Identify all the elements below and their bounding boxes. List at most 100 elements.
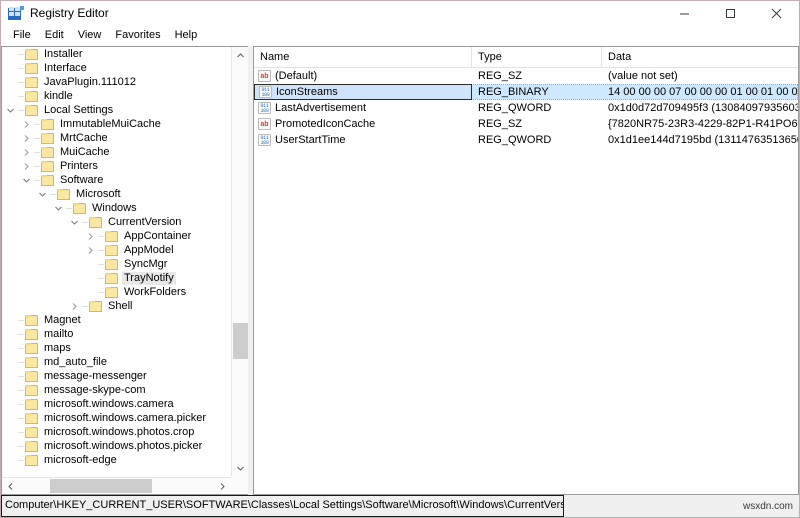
tree-horizontal-scroll-thumb[interactable] bbox=[50, 479, 152, 493]
chevron-right-icon[interactable] bbox=[84, 229, 96, 243]
scroll-up-icon[interactable] bbox=[232, 47, 248, 64]
close-icon[interactable] bbox=[753, 1, 799, 26]
chevron-right-icon[interactable] bbox=[20, 145, 32, 159]
tree-connector: ··· bbox=[33, 161, 41, 171]
chevron-down-icon[interactable] bbox=[36, 187, 48, 201]
column-header-data[interactable]: Data bbox=[602, 47, 798, 67]
tree-node-immutablemuicache[interactable]: ··· ImmutableMuiCache bbox=[2, 117, 231, 131]
chevron-right-icon[interactable] bbox=[20, 131, 32, 145]
menu-item-view[interactable]: View bbox=[71, 26, 109, 45]
menu-item-favorites[interactable]: Favorites bbox=[108, 26, 167, 45]
tree-node-appcontainer[interactable]: ··· AppContainer bbox=[2, 229, 231, 243]
folder-icon bbox=[25, 90, 38, 102]
table-row[interactable]: 011 100 UserStartTime REG_QWORD 0x1d1ee144d7… bbox=[254, 132, 798, 148]
menu-item-edit[interactable]: Edit bbox=[38, 26, 71, 45]
chevron-down-icon[interactable] bbox=[4, 103, 16, 117]
tree-node-mailto[interactable]: ··· mailto bbox=[2, 327, 231, 341]
tree-node-md-auto-file[interactable]: ··· md_auto_file bbox=[2, 355, 231, 369]
tree-connector: ··· bbox=[17, 385, 25, 395]
chevron-right-icon[interactable] bbox=[84, 243, 96, 257]
chevron-down-icon[interactable] bbox=[52, 201, 64, 215]
table-row[interactable]: ab (Default) REG_SZ (value not set) bbox=[254, 68, 798, 84]
value-name-label: LastAdvertisement bbox=[275, 102, 367, 114]
value-name-cell[interactable]: ab (Default) bbox=[254, 70, 472, 82]
menu-item-file[interactable]: File bbox=[6, 26, 38, 45]
tree-node-appmodel[interactable]: ··· AppModel bbox=[2, 243, 231, 257]
tree-horizontal-scrollbar[interactable] bbox=[2, 477, 231, 494]
menu-bar: File Edit View Favorites Help bbox=[1, 26, 799, 46]
value-name-cell[interactable]: ab PromotedIconCache bbox=[254, 118, 472, 130]
tree-node-currentversion[interactable]: ··· CurrentVersion bbox=[2, 215, 231, 229]
tree-connector: ··· bbox=[81, 301, 89, 311]
column-header-type[interactable]: Type bbox=[472, 47, 602, 67]
value-name-cell[interactable]: 011 100 LastAdvertisement bbox=[254, 102, 472, 114]
scroll-right-icon[interactable] bbox=[214, 478, 231, 494]
window-controls bbox=[661, 1, 799, 26]
registry-editor-icon bbox=[8, 5, 24, 22]
tree-node-microsoft-edge[interactable]: ··· microsoft-edge bbox=[2, 453, 231, 467]
chevron-right-icon[interactable] bbox=[20, 117, 32, 131]
tree-connector: ··· bbox=[97, 273, 105, 283]
chevron-down-icon[interactable] bbox=[68, 215, 80, 229]
tree-node-message-skype-com[interactable]: ··· message-skype-com bbox=[2, 383, 231, 397]
tree-node-software[interactable]: ··· Software bbox=[2, 173, 231, 187]
tree-node-syncmgr[interactable]: ··· SyncMgr bbox=[2, 257, 231, 271]
value-type-cell: REG_QWORD bbox=[478, 134, 552, 146]
tree-node-installer[interactable]: ··· Installer bbox=[2, 47, 231, 61]
tree-node-local-settings[interactable]: ··· Local Settings bbox=[2, 103, 231, 117]
table-row[interactable]: 011 100 LastAdvertisement REG_QWORD 0x1d0d72… bbox=[254, 100, 798, 116]
tree-node-microsoft-windows-camera[interactable]: ··· microsoft.windows.camera bbox=[2, 397, 231, 411]
tree-connector: ··· bbox=[17, 427, 25, 437]
column-header-name[interactable]: Name bbox=[254, 47, 472, 67]
value-name-cell[interactable]: 011 100 IconStreams bbox=[254, 84, 472, 100]
tree-node-maps[interactable]: ··· maps bbox=[2, 341, 231, 355]
folder-icon bbox=[25, 62, 38, 74]
table-row[interactable]: 011 100 IconStreams REG_BINARY 14 00 00 00 0… bbox=[254, 84, 798, 100]
value-name-label: UserStartTime bbox=[275, 134, 346, 146]
chevron-right-icon[interactable] bbox=[68, 299, 80, 313]
chevron-down-icon[interactable] bbox=[20, 173, 32, 187]
menu-item-help[interactable]: Help bbox=[168, 26, 205, 45]
tree-connector: ··· bbox=[17, 63, 25, 73]
tree-connector: ··· bbox=[97, 245, 105, 255]
tree-node-javaplugin-111012[interactable]: ··· JavaPlugin.111012 bbox=[2, 75, 231, 89]
minimize-icon[interactable] bbox=[661, 1, 707, 26]
tree-node-workfolders[interactable]: ··· WorkFolders bbox=[2, 285, 231, 299]
tree-vertical-scroll-thumb[interactable] bbox=[233, 323, 248, 359]
tree-node-microsoft-windows-photos-picker[interactable]: ··· microsoft.windows.photos.picker bbox=[2, 439, 231, 453]
tree-node-kindle[interactable]: ··· kindle bbox=[2, 89, 231, 103]
tree-vertical-scrollbar[interactable] bbox=[231, 47, 248, 477]
tree-node-muicache[interactable]: ··· MuiCache bbox=[2, 145, 231, 159]
tree-node-shell[interactable]: ··· Shell bbox=[2, 299, 231, 313]
tree-node-windows[interactable]: ··· Windows bbox=[2, 201, 231, 215]
table-row[interactable]: ab PromotedIconCache REG_SZ {7820NR75-23R3-… bbox=[254, 116, 798, 132]
maximize-icon[interactable] bbox=[707, 1, 753, 26]
tree-node-label: WorkFolders bbox=[124, 285, 187, 298]
tree-node-magnet[interactable]: ··· Magnet bbox=[2, 313, 231, 327]
tree-node-microsoft[interactable]: ··· Microsoft bbox=[2, 187, 231, 201]
tree-node-interface[interactable]: ··· Interface bbox=[2, 61, 231, 75]
value-name-cell[interactable]: 011 100 UserStartTime bbox=[254, 134, 472, 146]
value-data-cell: 14 00 00 00 07 00 00 00 01 00 01 00 09 0… bbox=[608, 86, 798, 98]
tree-node-label: Installer bbox=[44, 47, 83, 60]
tree-node-label: message-messenger bbox=[44, 369, 147, 382]
tree-node-message-messenger[interactable]: ··· message-messenger bbox=[2, 369, 231, 383]
tree-node-microsoft-windows-photos-crop[interactable]: ··· microsoft.windows.photos.crop bbox=[2, 425, 231, 439]
tree-node-label: microsoft.windows.photos.picker bbox=[44, 439, 203, 452]
tree-node-label: MrtCache bbox=[60, 131, 108, 144]
chevron-right-icon[interactable] bbox=[20, 159, 32, 173]
scroll-down-icon[interactable] bbox=[232, 460, 248, 477]
tree-node-traynotify[interactable]: ··· TrayNotify bbox=[2, 271, 231, 285]
tree-node-microsoft-windows-camera-picker[interactable]: ··· microsoft.windows.camera.picker bbox=[2, 411, 231, 425]
tree-node-mrtcache[interactable]: ··· MrtCache bbox=[2, 131, 231, 145]
tree-node-printers[interactable]: ··· Printers bbox=[2, 159, 231, 173]
scroll-left-icon[interactable] bbox=[2, 478, 19, 494]
tree-node-label: message-skype-com bbox=[44, 383, 146, 396]
